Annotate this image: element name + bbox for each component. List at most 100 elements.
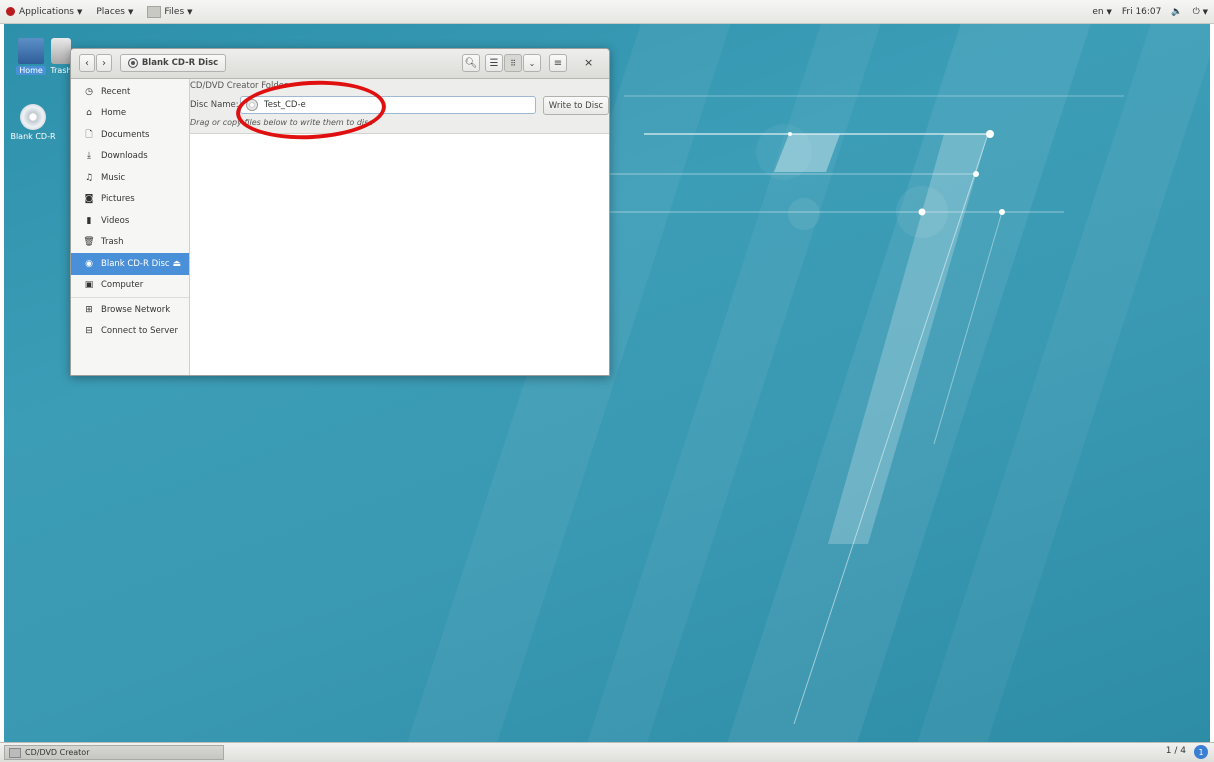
disc-icon xyxy=(127,58,138,68)
trash-icon xyxy=(51,38,71,64)
search-icon: 🔍︎ xyxy=(464,57,478,69)
power-icon: ⏻ xyxy=(1192,7,1200,17)
applications-menu[interactable]: Applications ▼ xyxy=(6,7,82,17)
sidebar-item-label: Home xyxy=(101,108,127,119)
grid-view-icon: ⠿ xyxy=(510,58,516,68)
menu-button[interactable]: ≡ xyxy=(549,54,567,72)
sidebar-item-music[interactable]: ♫ Music xyxy=(71,167,189,189)
content-area[interactable]: CD/DVD Creator Folder Disc Name: Test_CD… xyxy=(190,79,609,375)
chevron-down-icon: ▼ xyxy=(128,7,134,16)
server-icon: ⊟ xyxy=(85,326,93,337)
disc-name-value: Test_CD-e xyxy=(264,100,306,110)
back-button[interactable]: ‹ xyxy=(79,54,95,72)
taskbar-item-label: CD/DVD Creator xyxy=(25,748,90,757)
bottom-panel: CD/DVD Creator 1 / 4 1 xyxy=(0,742,1214,762)
system-tray: en ▼ Fri 16:07 🔈 ⏻ ▼ xyxy=(1092,0,1208,24)
sidebar-item-videos[interactable]: ▮ Videos xyxy=(71,210,189,232)
disc-icon xyxy=(246,99,258,111)
sidebar-item-label: Trash xyxy=(101,237,124,248)
forward-button[interactable]: › xyxy=(96,54,112,72)
language-selector[interactable]: en ▼ xyxy=(1092,7,1112,17)
sidebar-item-label: Connect to Server xyxy=(101,326,178,337)
sidebar-item-trash[interactable]: 🗑︎ Trash xyxy=(71,232,189,254)
disc-icon: ◉ xyxy=(85,258,93,269)
sidebar-item-computer[interactable]: ▣ Computer xyxy=(71,275,189,297)
grid-view-button[interactable]: ⠿ xyxy=(504,54,522,72)
camera-icon: ◙ xyxy=(84,194,94,205)
trash-icon: 🗑︎ xyxy=(83,237,95,248)
places-sidebar: ◷ Recent ⌂ Home 🗋︎ Documents ⤓ Downloads ♫ Mu… xyxy=(71,79,190,375)
power-menu[interactable]: ⏻ ▼ xyxy=(1193,7,1208,17)
volume-icon[interactable]: 🔈 xyxy=(1171,7,1182,17)
drag-hint-text: Drag or copy files below to write them t… xyxy=(190,118,373,127)
notification-badge[interactable]: 1 xyxy=(1194,745,1208,759)
places-menu[interactable]: Places ▼ xyxy=(96,7,133,17)
sidebar-item-label: Browse Network xyxy=(101,304,171,315)
files-app-label: Files xyxy=(164,6,185,17)
sidebar-item-pictures[interactable]: ◙ Pictures xyxy=(71,189,189,211)
sidebar-separator xyxy=(71,297,189,298)
cd-creator-info-bar: CD/DVD Creator Folder Disc Name: Test_CD… xyxy=(190,79,609,134)
chevron-down-icon: ⌄ xyxy=(528,58,536,68)
chevron-down-icon: ▼ xyxy=(1202,8,1208,16)
top-panel: Applications ▼ Places ▼ Files ▼ en ▼ Fri… xyxy=(0,0,1214,24)
cd-creator-title: CD/DVD Creator Folder xyxy=(190,81,288,91)
sidebar-item-connect-server[interactable]: ⊟ Connect to Server xyxy=(71,321,189,343)
places-menu-label: Places xyxy=(96,6,125,17)
sidebar-item-browse-network[interactable]: ⊞ Browse Network xyxy=(71,299,189,321)
fedora-logo-icon xyxy=(6,7,15,16)
chevron-right-icon: › xyxy=(102,57,106,69)
network-icon: ⊞ xyxy=(85,304,93,315)
sidebar-item-blank-cd[interactable]: ◉ Blank CD-R Disc ⏏ xyxy=(71,253,189,275)
workspace-indicator[interactable]: 1 / 4 xyxy=(1166,746,1186,756)
clock-icon: ◷ xyxy=(85,86,93,97)
desktop-icon-blank-cd[interactable]: Blank CD-R xyxy=(6,104,60,141)
chevron-down-icon: ▼ xyxy=(187,7,193,16)
header-bar: ‹ › Blank CD-R Disc 🔍︎ ☰ ⠿ ⌄ ≡ × xyxy=(71,49,609,79)
chevron-down-icon: ▼ xyxy=(76,7,83,16)
write-to-disc-button[interactable]: Write to Disc xyxy=(543,96,609,115)
disc-name-label: Disc Name: xyxy=(190,100,239,110)
window-icon xyxy=(9,747,21,758)
music-icon: ♫ xyxy=(84,172,94,183)
cd-disc-icon xyxy=(20,104,46,130)
list-view-button[interactable]: ☰ xyxy=(485,54,503,72)
taskbar-item-cd-creator[interactable]: CD/DVD Creator xyxy=(4,745,224,760)
sidebar-item-label: Music xyxy=(101,172,126,183)
list-view-icon: ☰ xyxy=(489,57,499,69)
computer-icon: ▣ xyxy=(84,280,94,291)
chevron-left-icon: ‹ xyxy=(85,57,89,69)
close-button[interactable]: × xyxy=(584,56,593,69)
home-icon: ⌂ xyxy=(86,108,92,119)
clock[interactable]: Fri 16:07 xyxy=(1122,7,1162,17)
chevron-down-icon: ▼ xyxy=(1106,8,1112,16)
path-bar-label: Blank CD-R Disc xyxy=(141,58,219,68)
close-icon: × xyxy=(584,56,594,69)
view-options-button[interactable]: ⌄ xyxy=(523,54,541,72)
sidebar-item-downloads[interactable]: ⤓ Downloads xyxy=(71,146,189,168)
hamburger-menu-icon: ≡ xyxy=(553,57,563,69)
language-label: en xyxy=(1092,7,1104,17)
sidebar-item-label: Blank CD-R Disc xyxy=(101,258,170,269)
files-app-menu[interactable]: Files ▼ xyxy=(147,5,193,18)
sidebar-item-label: Documents xyxy=(101,129,150,140)
desktop-icon-label: Blank CD-R xyxy=(10,132,56,141)
document-icon: 🗋︎ xyxy=(85,129,93,140)
sidebar-item-label: Videos xyxy=(101,215,130,226)
disc-name-input[interactable]: Test_CD-e xyxy=(240,96,536,114)
sidebar-item-label: Downloads xyxy=(101,151,148,162)
sidebar-item-home[interactable]: ⌂ Home xyxy=(71,103,189,125)
eject-icon[interactable]: ⏏ xyxy=(172,259,181,269)
download-icon: ⤓ xyxy=(87,151,91,162)
applications-menu-label: Applications xyxy=(19,6,74,17)
files-app-icon xyxy=(147,5,162,18)
sidebar-item-documents[interactable]: 🗋︎ Documents xyxy=(71,124,189,146)
path-bar-button[interactable]: Blank CD-R Disc xyxy=(120,54,226,72)
sidebar-item-recent[interactable]: ◷ Recent xyxy=(71,81,189,103)
file-manager-window: ‹ › Blank CD-R Disc 🔍︎ ☰ ⠿ ⌄ ≡ × ◷ Recent… xyxy=(70,48,610,376)
search-button[interactable]: 🔍︎ xyxy=(462,54,480,72)
sidebar-item-label: Recent xyxy=(101,86,131,97)
sidebar-item-label: Computer xyxy=(101,280,144,291)
sidebar-item-label: Pictures xyxy=(101,194,135,205)
video-icon: ▮ xyxy=(86,215,92,226)
